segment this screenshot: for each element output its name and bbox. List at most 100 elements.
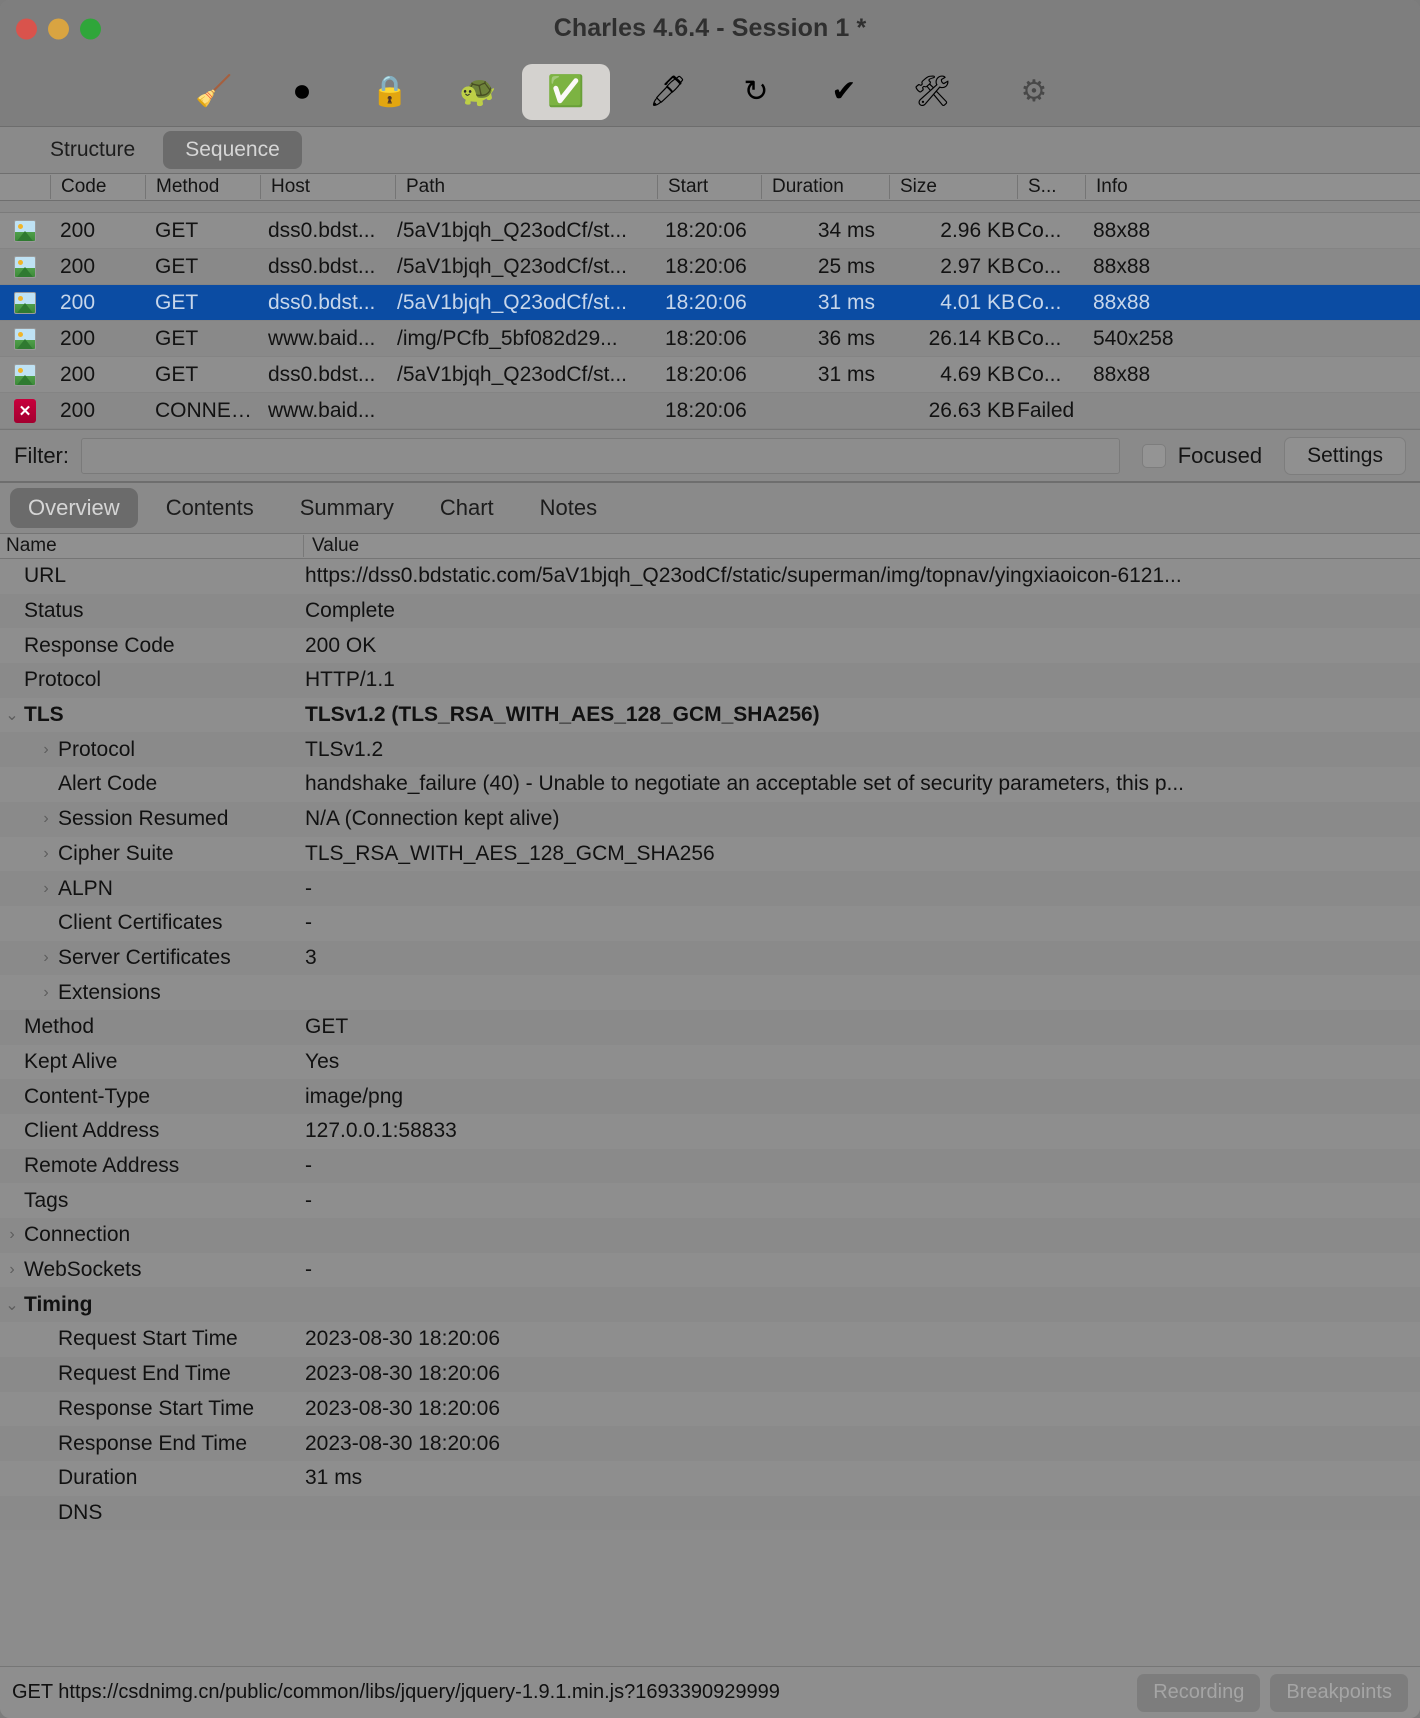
detail-row[interactable]: › Server Certificates 3 bbox=[0, 940, 1420, 976]
detail-row[interactable]: Tags - bbox=[0, 1183, 1420, 1219]
chevron-right-icon[interactable]: › bbox=[34, 949, 58, 967]
detail-row[interactable]: › Connection bbox=[0, 1218, 1420, 1253]
detail-row[interactable]: Client Address 127.0.0.1:58833 bbox=[0, 1114, 1420, 1149]
detail-row[interactable]: Remote Address - bbox=[0, 1148, 1420, 1184]
detail-row[interactable]: Content-Type image/png bbox=[0, 1079, 1420, 1114]
tools-button[interactable]: 🛠 bbox=[888, 64, 976, 120]
recording-status-button[interactable]: Recording bbox=[1137, 1673, 1261, 1712]
detail-row[interactable]: Protocol HTTP/1.1 bbox=[0, 663, 1420, 698]
tab-summary[interactable]: Summary bbox=[282, 488, 412, 528]
session-row[interactable]: 200 GET dss0.bdst... /5aV1bjqh_Q23odCf/st..… bbox=[0, 249, 1420, 285]
detail-row-value: Yes bbox=[305, 1049, 340, 1073]
session-cell-size: 4.01 KB bbox=[940, 290, 1015, 314]
chevron-right-icon[interactable]: › bbox=[34, 741, 58, 759]
column-header-code[interactable]: Code bbox=[50, 175, 145, 199]
settings-button[interactable]: Settings bbox=[1284, 436, 1406, 475]
column-header-method[interactable]: Method bbox=[145, 175, 260, 199]
start-stop-recording-button[interactable]: ⏺ bbox=[258, 64, 346, 120]
detail-row[interactable]: Response Start Time 2023-08-30 18:20:06 bbox=[0, 1391, 1420, 1427]
detail-row[interactable]: DNS bbox=[0, 1495, 1420, 1531]
column-header-start[interactable]: Start bbox=[657, 175, 761, 199]
detail-row[interactable]: › Cipher Suite TLS_RSA_WITH_AES_128_GCM_SH… bbox=[0, 836, 1420, 872]
column-header-info[interactable]: Info bbox=[1085, 175, 1420, 199]
detail-row-value: - bbox=[305, 1154, 312, 1178]
detail-row-name: › ALPN bbox=[0, 877, 303, 901]
clear-session-button[interactable]: 🧹 bbox=[170, 64, 258, 120]
focused-checkbox-group[interactable]: Focused bbox=[1141, 443, 1262, 469]
detail-row[interactable]: Kept Alive Yes bbox=[0, 1044, 1420, 1080]
detail-row-name: Response Code bbox=[0, 634, 303, 658]
compose-button[interactable]: 🖊 bbox=[624, 64, 712, 120]
detail-row-label: Tags bbox=[24, 1188, 69, 1212]
session-row[interactable]: 200 GET dss0.bdst... /5aV1bjqh_Q23odCf/st..… bbox=[0, 213, 1420, 249]
focused-checkbox[interactable] bbox=[1141, 443, 1166, 468]
zoom-button[interactable] bbox=[80, 18, 101, 39]
column-header-duration[interactable]: Duration bbox=[761, 175, 889, 199]
detail-row[interactable]: URL https://dss0.bdstatic.com/5aV1bjqh_Q2… bbox=[0, 559, 1420, 594]
chevron-right-icon[interactable]: › bbox=[34, 810, 58, 828]
session-row[interactable]: 200 GET www.baid... /img/PCfb_5bf082d29... 1… bbox=[0, 321, 1420, 357]
chevron-right-icon[interactable]: › bbox=[34, 984, 58, 1002]
session-row[interactable]: 200 GET dss0.bdst... /5aV1bjqh_Q23odCf/st..… bbox=[0, 357, 1420, 393]
detail-row-name: Remote Address bbox=[0, 1154, 303, 1178]
detail-row-name: Request End Time bbox=[0, 1362, 303, 1386]
detail-row[interactable]: › Protocol TLSv1.2 bbox=[0, 732, 1420, 768]
detail-row[interactable]: Response Code 200 OK bbox=[0, 628, 1420, 664]
detail-row[interactable]: › ALPN - bbox=[0, 871, 1420, 906]
chevron-right-icon[interactable]: › bbox=[0, 1226, 24, 1244]
breakpoints-status-button[interactable]: Breakpoints bbox=[1270, 1673, 1408, 1712]
detail-row[interactable]: ⌄ Timing bbox=[0, 1287, 1420, 1323]
structure-tab[interactable]: Structure bbox=[28, 131, 157, 169]
detail-row-name: › Session Resumed bbox=[0, 807, 303, 831]
detail-row[interactable]: Method GET bbox=[0, 1009, 1420, 1045]
detail-row[interactable]: ⌄ TLS TLSv1.2 (TLS_RSA_WITH_AES_128_GCM_SH… bbox=[0, 697, 1420, 733]
column-header-host[interactable]: Host bbox=[260, 175, 395, 199]
column-header-size[interactable]: Size bbox=[889, 175, 1017, 199]
chevron-right-icon[interactable]: › bbox=[0, 1261, 24, 1279]
tab-contents[interactable]: Contents bbox=[148, 488, 272, 528]
chevron-right-icon[interactable]: › bbox=[34, 845, 58, 863]
chevron-right-icon[interactable]: › bbox=[34, 880, 58, 898]
detail-row[interactable]: › Extensions bbox=[0, 975, 1420, 1010]
minimize-button[interactable] bbox=[48, 18, 69, 39]
detail-row-label: Response Code bbox=[24, 633, 175, 657]
detail-column-header-value[interactable]: Value bbox=[303, 535, 1420, 557]
session-cell-host: www.baid... bbox=[268, 326, 376, 350]
filter-input[interactable] bbox=[81, 437, 1120, 474]
detail-row[interactable]: › Session Resumed N/A (Connection kept ali… bbox=[0, 801, 1420, 837]
column-header-status[interactable]: S... bbox=[1017, 175, 1085, 199]
detail-row[interactable]: Response End Time 2023-08-30 18:20:06 bbox=[0, 1426, 1420, 1461]
chevron-down-icon[interactable]: ⌄ bbox=[0, 1295, 24, 1315]
detail-row-name: Content-Type bbox=[0, 1085, 303, 1109]
session-row[interactable]: ✕ 200 CONNECT www.baid... 18:20:06 26.63 KB Fa… bbox=[0, 393, 1420, 429]
breakpoints-button[interactable]: ✅ bbox=[522, 63, 610, 120]
chevron-down-icon[interactable]: ⌄ bbox=[0, 705, 24, 725]
session-list[interactable]: 200 GET dss0.bdst... /5aV1bjqh_Q23odCf/st..… bbox=[0, 201, 1420, 429]
throttle-button[interactable]: 🐢 bbox=[434, 64, 522, 120]
column-header-icon[interactable] bbox=[0, 175, 50, 199]
tab-notes[interactable]: Notes bbox=[522, 488, 615, 528]
detail-row[interactable]: › WebSockets - bbox=[0, 1252, 1420, 1288]
repeat-button[interactable]: ↻ bbox=[712, 64, 800, 120]
ssl-proxying-button[interactable]: 🔒 bbox=[346, 64, 434, 120]
detail-row-label: Timing bbox=[24, 1292, 93, 1316]
partial-scrolled-row[interactable] bbox=[0, 201, 1420, 213]
detail-table[interactable]: URL https://dss0.bdstatic.com/5aV1bjqh_Q2… bbox=[0, 559, 1420, 1666]
tab-chart[interactable]: Chart bbox=[422, 488, 512, 528]
detail-row[interactable]: Client Certificates - bbox=[0, 905, 1420, 941]
detail-column-header-name[interactable]: Name bbox=[0, 535, 303, 557]
validate-button[interactable]: ✔ bbox=[800, 64, 888, 120]
session-cell-duration: 31 ms bbox=[817, 290, 875, 314]
detail-row[interactable]: Duration 31 ms bbox=[0, 1460, 1420, 1496]
detail-row[interactable]: Status Complete bbox=[0, 593, 1420, 629]
detail-row[interactable]: Alert Code handshake_failure (40) - Unabl… bbox=[0, 767, 1420, 802]
session-cell-info: 88x88 bbox=[1093, 254, 1151, 278]
sequence-tab[interactable]: Sequence bbox=[163, 131, 302, 169]
column-header-path[interactable]: Path bbox=[395, 175, 657, 199]
tab-overview[interactable]: Overview bbox=[10, 488, 138, 528]
session-row[interactable]: 200 GET dss0.bdst... /5aV1bjqh_Q23odCf/st..… bbox=[0, 285, 1420, 321]
detail-row[interactable]: Request Start Time 2023-08-30 18:20:06 bbox=[0, 1322, 1420, 1357]
close-button[interactable] bbox=[16, 18, 37, 39]
settings-button[interactable]: ⚙ bbox=[990, 64, 1078, 120]
detail-row[interactable]: Request End Time 2023-08-30 18:20:06 bbox=[0, 1356, 1420, 1392]
